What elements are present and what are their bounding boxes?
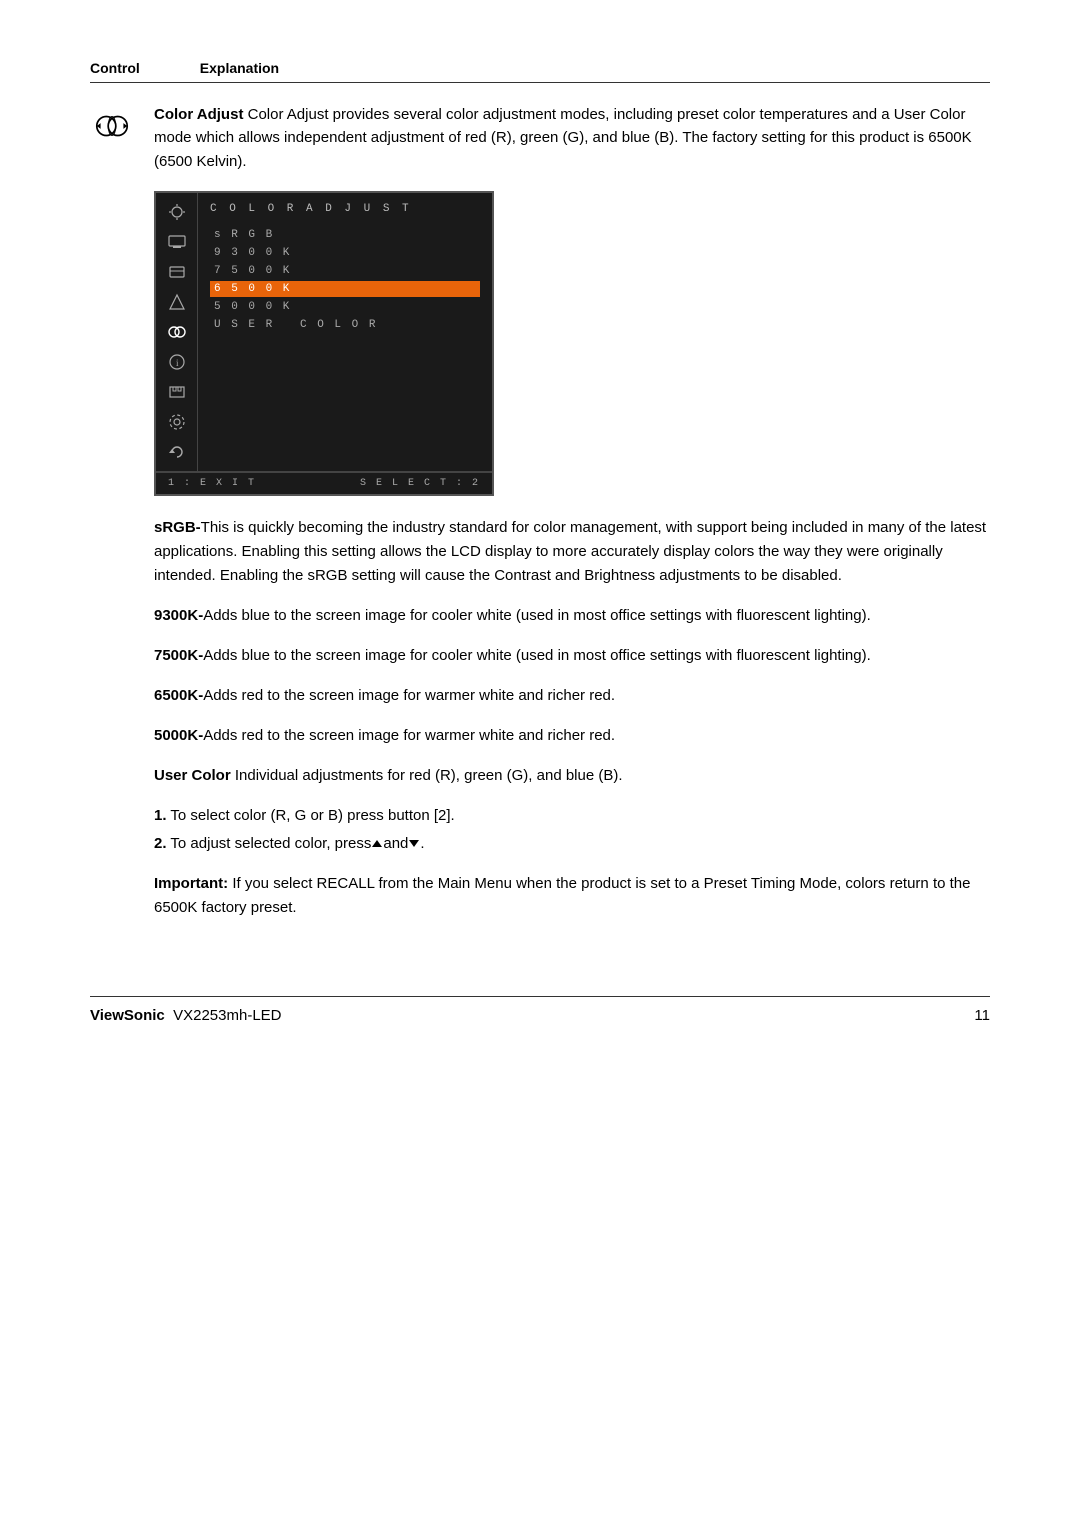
color-adjust-icon-area bbox=[90, 103, 134, 145]
osd-menu-item-5000k: 5 0 0 0 K bbox=[210, 299, 480, 315]
osd-icon-4 bbox=[166, 291, 188, 313]
intro-paragraph: Color Adjust Color Adjust provides sever… bbox=[154, 103, 990, 173]
osd-icon-7 bbox=[166, 381, 188, 403]
table-header: Control Explanation bbox=[90, 60, 990, 83]
important-paragraph: Important: If you select RECALL from the… bbox=[154, 872, 990, 920]
osd-mockup: i C O L O R bbox=[154, 191, 494, 496]
svg-text:i: i bbox=[176, 358, 179, 368]
footer-page-number: 11 bbox=[974, 1007, 990, 1024]
srgb-paragraph: sRGB-This is quickly becoming the indust… bbox=[154, 516, 990, 588]
7500k-paragraph: 7500K-Adds blue to the screen image for … bbox=[154, 644, 990, 668]
color-adjust-icon bbox=[93, 107, 131, 145]
osd-icon-1 bbox=[166, 201, 188, 223]
osd-menu-panel: C O L O R A D J U S T s R G B 9 3 0 0 K … bbox=[198, 193, 492, 471]
color-adjust-section: Color Adjust Color Adjust provides sever… bbox=[90, 103, 990, 936]
osd-menu-item-usercolor: U S E R C O L O R bbox=[210, 317, 480, 333]
osd-left-icons: i bbox=[156, 193, 198, 471]
9300k-paragraph: 9300K-Adds blue to the screen image for … bbox=[154, 604, 990, 628]
osd-menu-item-9300k: 9 3 0 0 K bbox=[210, 245, 480, 261]
down-arrow-icon bbox=[409, 840, 419, 847]
color-adjust-content: Color Adjust Color Adjust provides sever… bbox=[154, 103, 990, 936]
step2: 2. To adjust selected color, pressand. bbox=[154, 832, 990, 856]
osd-menu-item-srgb: s R G B bbox=[210, 227, 480, 243]
osd-icon-5-active bbox=[166, 321, 188, 343]
osd-icon-2 bbox=[166, 231, 188, 253]
footer-brand: ViewSonic VX2253mh-LED bbox=[90, 1007, 282, 1024]
user-color-paragraph: User Color Individual adjustments for re… bbox=[154, 764, 990, 788]
footer: ViewSonic VX2253mh-LED 11 bbox=[90, 996, 990, 1024]
osd-bottom-bar: 1 : E X I T S E L E C T : 2 bbox=[156, 472, 492, 494]
osd-select-label: S E L E C T : 2 bbox=[360, 478, 480, 489]
osd-icon-3 bbox=[166, 261, 188, 283]
osd-icon-6: i bbox=[166, 351, 188, 373]
osd-menu-item-7500k: 7 5 0 0 K bbox=[210, 263, 480, 279]
step1: 1. To select color (R, G or B) press but… bbox=[154, 804, 990, 828]
osd-title: C O L O R A D J U S T bbox=[210, 203, 480, 215]
5000k-paragraph: 5000K-Adds red to the screen image for w… bbox=[154, 724, 990, 748]
control-col-header: Control bbox=[90, 60, 140, 76]
osd-menu-item-6500k: 6 5 0 0 K bbox=[210, 281, 480, 297]
up-arrow-icon bbox=[372, 840, 382, 847]
osd-top-bar: i C O L O R bbox=[156, 193, 492, 472]
osd-exit-label: 1 : E X I T bbox=[168, 478, 256, 489]
explanation-col-header: Explanation bbox=[200, 60, 279, 76]
osd-icon-9 bbox=[166, 441, 188, 463]
6500k-paragraph: 6500K-Adds red to the screen image for w… bbox=[154, 684, 990, 708]
osd-icon-8 bbox=[166, 411, 188, 433]
